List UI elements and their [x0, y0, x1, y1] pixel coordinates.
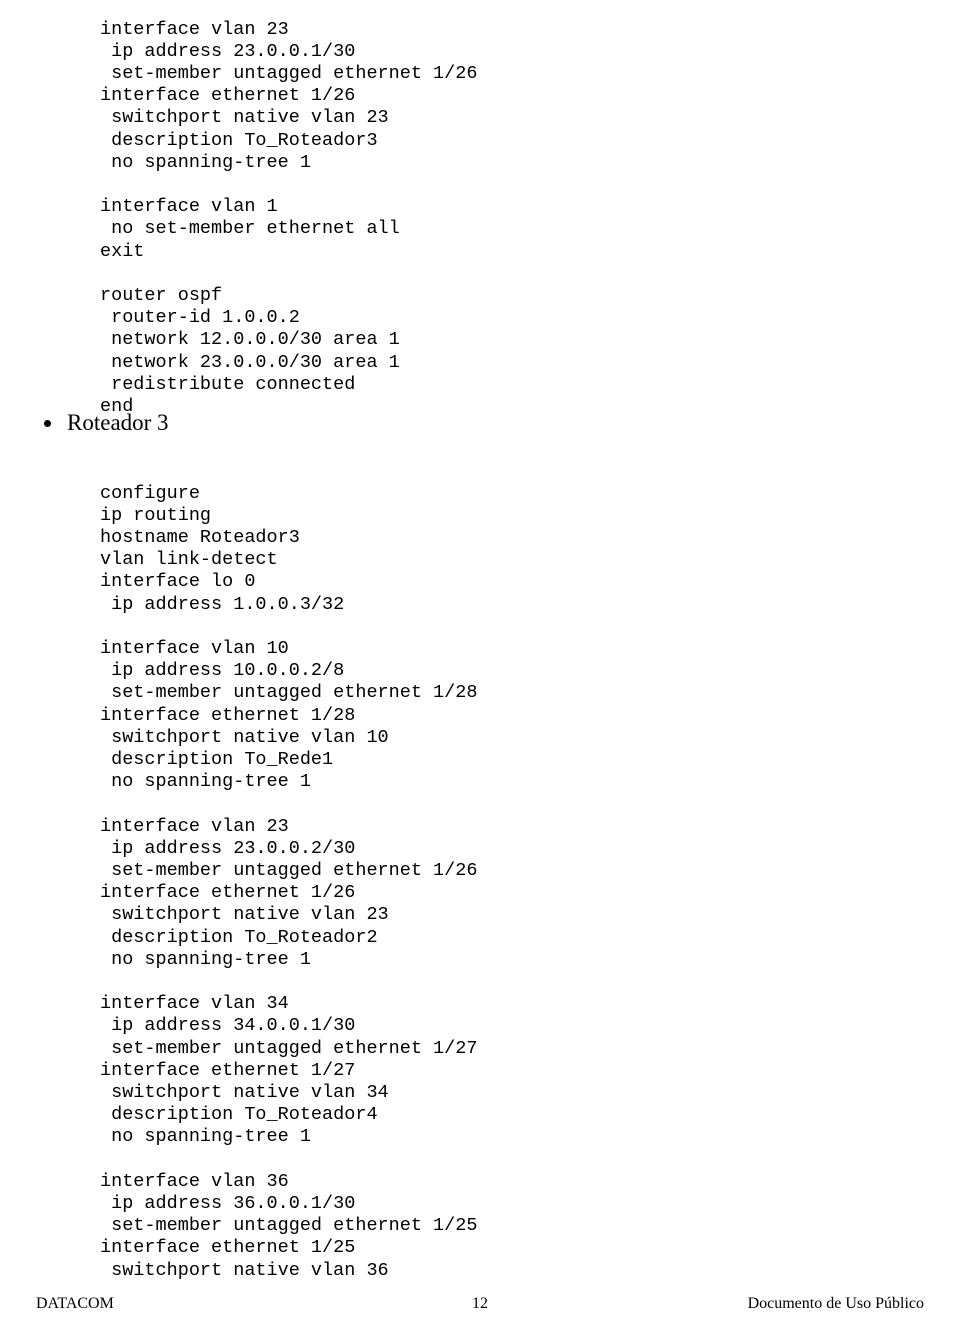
document-page: interface vlan 23 ip address 23.0.0.1/30… [0, 0, 960, 1339]
section-heading-roteador-3: Roteador 3 [44, 410, 444, 436]
section-heading-label: Roteador 3 [67, 410, 169, 435]
code-block-roteador3-config: configure ip routing hostname Roteador3 … [100, 482, 478, 1281]
footer-classification: Documento de Uso Público [747, 1295, 924, 1312]
code-block-roteador2-continued: interface vlan 23 ip address 23.0.0.1/30… [100, 18, 478, 417]
page-footer: DATACOM 12 Documento de Uso Público [0, 1295, 960, 1317]
bullet-icon [44, 419, 51, 427]
